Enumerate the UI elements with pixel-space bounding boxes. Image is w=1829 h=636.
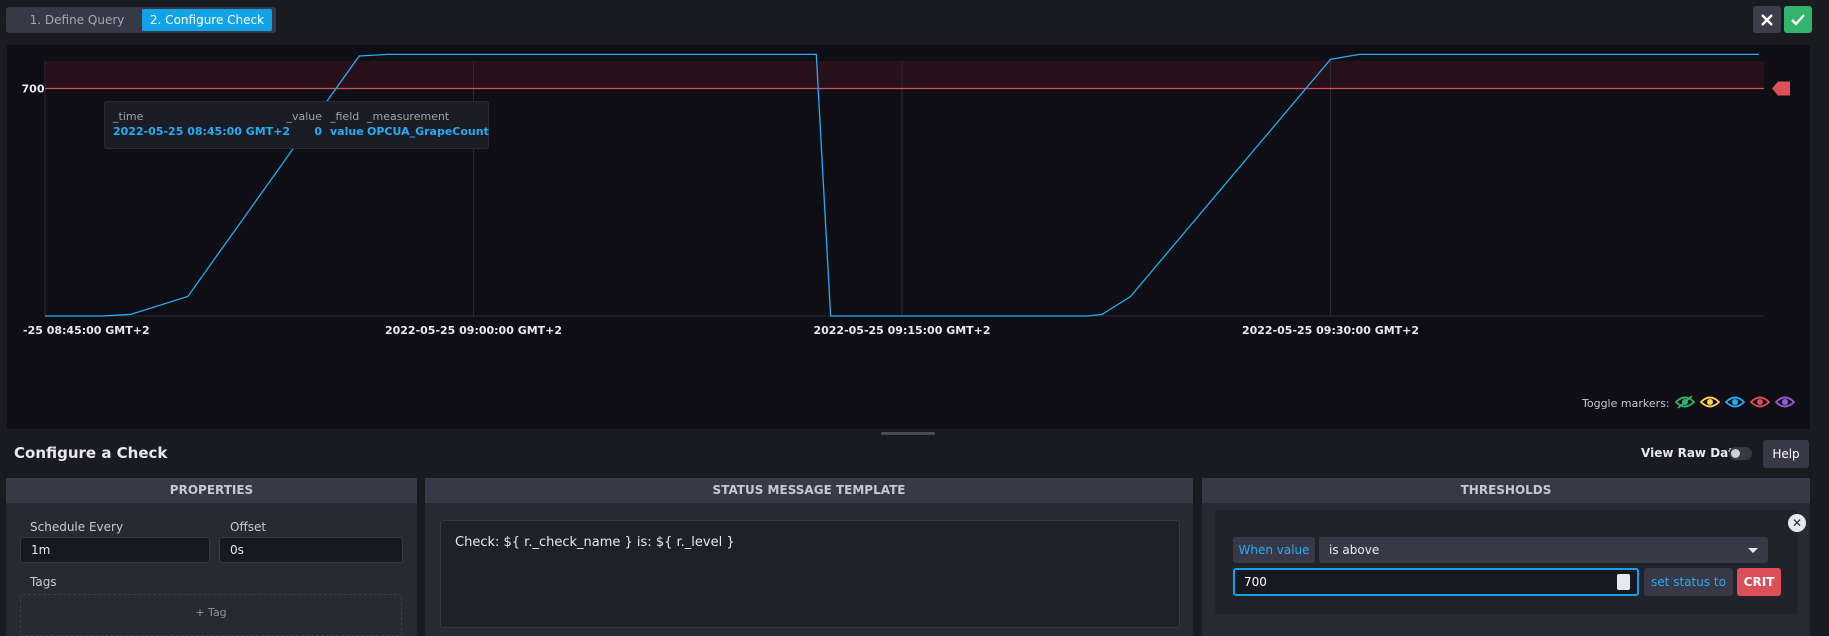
status-template-editor[interactable]: Check: ${ r._check_name } is: ${ r._leve… — [440, 520, 1180, 628]
add-tag-button[interactable]: + Tag — [20, 594, 402, 636]
status-template-panel: STATUS MESSAGE TEMPLATE Check: ${ r._che… — [425, 478, 1193, 636]
schedule-label: Schedule Every — [30, 520, 124, 534]
help-button[interactable]: Help — [1763, 440, 1809, 468]
tooltip-col-measurement: _measurement OPCUA_GrapeCount — [367, 110, 489, 138]
offset-label: Offset — [230, 520, 267, 534]
tooltip-col-time: _time 2022-05-25 08:45:00 GMT+2 — [113, 110, 291, 138]
chevron-down-icon — [1748, 548, 1758, 553]
marker-toggles — [1670, 395, 1795, 412]
set-status-label: set status to — [1644, 568, 1733, 596]
y-tick-label: 700 — [22, 83, 45, 96]
status-template-header: STATUS MESSAGE TEMPLATE — [425, 478, 1193, 503]
tooltip-col-value: _value 0 — [286, 110, 322, 138]
x-tick-label: 2022-05-25 09:15:00 GMT+2 — [813, 324, 990, 337]
check-icon — [1791, 13, 1805, 26]
check-graph[interactable]: 700 -25 08:45:00 GMT+2 2022-05-25 09:00:00… — [7, 45, 1810, 429]
properties-panel: PROPERTIES Schedule Every 1m Offset 0s T… — [6, 478, 417, 636]
step-configure-check[interactable]: 2. Configure Check — [142, 9, 272, 31]
tooltip-col-field: _field value — [330, 110, 364, 138]
save-check-button[interactable] — [1784, 6, 1812, 33]
remove-threshold-button[interactable]: ✕ — [1788, 514, 1806, 532]
hover-tooltip: _time 2022-05-25 08:45:00 GMT+2 _value 0… — [104, 101, 489, 149]
tags-label: Tags — [30, 575, 57, 589]
wizard-steps: 1. Define Query 2. Configure Check — [6, 7, 276, 33]
page-title: Configure a Check — [14, 444, 168, 462]
eye-icon[interactable] — [1699, 395, 1720, 409]
threshold-handle — [1772, 81, 1790, 96]
resize-handle[interactable] — [881, 432, 935, 435]
thresholds-header: THRESHOLDS — [1202, 478, 1810, 503]
step-define-query[interactable]: 1. Define Query — [10, 9, 144, 31]
schedule-input[interactable]: 1m — [20, 537, 210, 563]
eye-icon[interactable] — [1674, 395, 1695, 409]
threshold-value: 700 — [1244, 575, 1267, 589]
offset-input[interactable]: 0s — [219, 537, 403, 563]
toggle-markers: Toggle markers: — [1582, 395, 1795, 412]
close-button[interactable] — [1753, 6, 1781, 33]
toggle-markers-label: Toggle markers: — [1582, 397, 1670, 410]
status-level-button[interactable]: CRIT — [1737, 568, 1781, 596]
close-icon — [1761, 13, 1773, 26]
view-raw-data-toggle[interactable] — [1729, 447, 1752, 460]
stepper-icon[interactable] — [1617, 574, 1630, 590]
eye-icon[interactable] — [1774, 395, 1795, 409]
threshold-region — [45, 61, 1764, 89]
properties-header: PROPERTIES — [6, 478, 417, 503]
top-bar: 1. Define Query 2. Configure Check — [0, 0, 1829, 40]
x-tick-label: 2022-05-25 09:30:00 GMT+2 — [1242, 324, 1419, 337]
eye-icon[interactable] — [1749, 395, 1770, 409]
threshold-value-input[interactable]: 700 — [1233, 568, 1639, 596]
condition-value: is above — [1329, 543, 1380, 557]
x-tick-label: 2022-05-25 09:00:00 GMT+2 — [385, 324, 562, 337]
eye-icon[interactable] — [1724, 395, 1745, 409]
view-raw-data-label: View Raw Data — [1641, 446, 1743, 460]
when-value-label: When value — [1233, 537, 1315, 563]
condition-dropdown[interactable]: is above — [1319, 537, 1768, 563]
thresholds-panel: THRESHOLDS ✕ When value is above 700 set… — [1202, 478, 1810, 636]
x-tick-label: -25 08:45:00 GMT+2 — [23, 324, 150, 337]
